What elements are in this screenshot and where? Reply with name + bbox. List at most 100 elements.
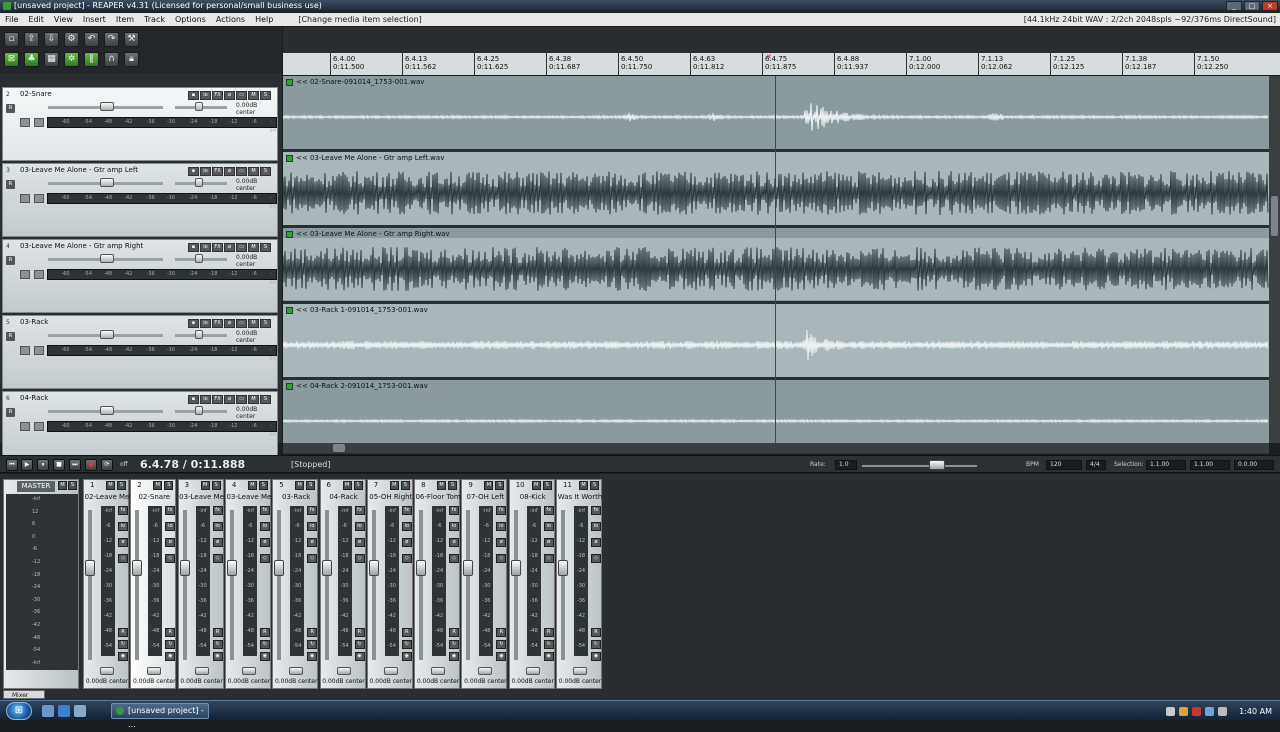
volume-knob[interactable]: [100, 102, 114, 111]
strip-name[interactable]: Was It Worth: [557, 493, 603, 501]
close-button[interactable]: ×: [1262, 1, 1278, 11]
strip-volume-fader[interactable]: [182, 510, 187, 660]
strip-pan-knob[interactable]: [194, 667, 209, 675]
track-panel[interactable]: 2 02-Snare R ▪ io FX ø ▭ M S 0.00dB center -60 -54 -4…: [2, 87, 278, 161]
mixer-strip[interactable]: 7 M S 05-OH Right -inf -6 -12 -18 -24 -30 -36 -42 -4…: [366, 479, 413, 689]
folder-icon[interactable]: ▪: [188, 243, 199, 252]
track-lane[interactable]: << 03-Leave Me Alone - Gtr amp Right.wav: [283, 228, 1269, 302]
mixer-strip[interactable]: 8 M S 06-Floor Tom -inf -6 -12 -18 -24 -30 -36 -42-…: [414, 479, 461, 689]
mixer-strip[interactable]: 6 M S 04-Rack -inf -6 -12 -18 -24 -30 -36 -42 -48 -54…: [319, 479, 366, 689]
strip-arm-button[interactable]: ◉: [212, 652, 223, 661]
strip-mute-button[interactable]: M: [106, 481, 115, 490]
strip-env-button[interactable]: ◇: [307, 554, 318, 563]
metronome-icon[interactable]: ⚒: [124, 32, 139, 47]
strip-solo-button[interactable]: S: [495, 481, 505, 490]
strip-phase-button[interactable]: ø: [591, 538, 601, 547]
menu-help[interactable]: Help: [250, 13, 278, 26]
mute-button[interactable]: M: [248, 395, 259, 404]
solo-button[interactable]: S: [260, 167, 271, 176]
mixer-strip[interactable]: 11 M S Was It Worth -inf -6 -12 -18 -24 -30 -36 -42…: [556, 479, 602, 689]
strip-solo-button[interactable]: S: [448, 481, 458, 490]
strip-name[interactable]: 02-Leave Me: [84, 493, 130, 501]
transport-position[interactable]: 6.4.78 / 0:11.888: [140, 458, 245, 471]
horizontal-scroll-thumb[interactable]: [333, 444, 345, 452]
menu-view[interactable]: View: [49, 13, 78, 26]
strip-rec-button[interactable]: R: [496, 628, 507, 637]
snap-icon[interactable]: ▦: [44, 52, 59, 67]
strip-io-button[interactable]: io: [165, 522, 176, 531]
strip-mute-button[interactable]: M: [200, 481, 210, 490]
menu-track[interactable]: Track: [139, 13, 170, 26]
strip-fx-button[interactable]: fx: [307, 506, 318, 515]
strip-volume-fader[interactable]: [277, 510, 282, 660]
pan-knob[interactable]: [195, 254, 203, 263]
strip-solo-button[interactable]: S: [164, 481, 174, 490]
strip-fx-button[interactable]: fx: [118, 506, 128, 515]
strip-io-button[interactable]: io: [401, 522, 412, 531]
save-project-icon[interactable]: ⇩: [44, 32, 59, 47]
minimize-button[interactable]: _: [1226, 1, 1242, 11]
strip-rm-button[interactable]: ↻: [543, 640, 554, 649]
strip-rec-button[interactable]: R: [401, 628, 412, 637]
strip-phase-button[interactable]: ø: [212, 538, 223, 547]
fx-button[interactable]: FX: [212, 395, 223, 404]
solo-button[interactable]: S: [260, 395, 271, 404]
lock-icon[interactable]: 🔒︎: [124, 52, 139, 67]
strip-arm-button[interactable]: ◉: [496, 652, 507, 661]
track-lane[interactable]: << 03-Leave Me Alone - Gtr amp Left.wav: [283, 152, 1269, 226]
phase-icon[interactable]: ø: [224, 395, 235, 404]
strip-arm-button[interactable]: ◉: [543, 652, 554, 661]
strip-fader-knob[interactable]: [510, 560, 521, 576]
record-mode-icon[interactable]: [34, 118, 44, 127]
record-arm-button[interactable]: R: [6, 180, 15, 189]
strip-pan-knob[interactable]: [525, 667, 540, 675]
strip-fader-knob[interactable]: [226, 560, 237, 576]
strip-fx-button[interactable]: fx: [259, 506, 270, 515]
start-button[interactable]: ⊞: [6, 702, 32, 720]
media-item-name[interactable]: << 03-Leave Me Alone - Gtr amp Left.wav: [296, 154, 444, 162]
strip-mute-button[interactable]: M: [295, 481, 305, 490]
strip-fader-knob[interactable]: [321, 560, 332, 576]
strip-io-button[interactable]: io: [118, 522, 128, 531]
ripple-edit-icon[interactable]: ✲: [64, 52, 79, 67]
strip-mute-button[interactable]: M: [579, 481, 588, 490]
mute-button[interactable]: M: [248, 167, 259, 176]
go-to-start-icon[interactable]: ⏮: [6, 459, 18, 471]
pan-knob[interactable]: [195, 330, 203, 339]
strip-phase-button[interactable]: ø: [543, 538, 554, 547]
strip-solo-button[interactable]: S: [353, 481, 363, 490]
monitor-icon[interactable]: [20, 194, 30, 203]
strip-rec-button[interactable]: R: [212, 628, 223, 637]
strip-fx-button[interactable]: fx: [496, 506, 507, 515]
strip-arm-button[interactable]: ◉: [354, 652, 365, 661]
track-panel[interactable]: 5 03-Rack R ▪ io FX ø ▭ M S 0.00dB center -60 -54 -48…: [2, 315, 278, 389]
project-settings-icon[interactable]: ⚙: [64, 32, 79, 47]
time-signature-field[interactable]: 4/4: [1086, 460, 1106, 470]
strip-volume-fader[interactable]: [324, 510, 329, 660]
arrange-view[interactable]: << 02-Snare-091014_1753-001.wav << 03-Lea…: [283, 76, 1269, 454]
rate-slider-knob[interactable]: [929, 460, 945, 470]
volume-knob[interactable]: [100, 178, 114, 187]
taskbar-reaper-item[interactable]: [unsaved project] - ...: [111, 703, 209, 729]
repeat-icon[interactable]: ⟳: [101, 459, 113, 471]
media-item-name[interactable]: << 03-Leave Me Alone - Gtr amp Right.wav: [296, 230, 450, 238]
track-lane[interactable]: << 02-Snare-091014_1753-001.wav: [283, 76, 1269, 150]
tray-monitor-icon[interactable]: [1205, 706, 1215, 716]
fx-button[interactable]: FX: [212, 243, 223, 252]
strip-pan-knob[interactable]: [147, 667, 162, 675]
explorer-icon[interactable]: [74, 705, 86, 717]
menu-actions[interactable]: Actions: [211, 13, 250, 26]
fx-button[interactable]: FX: [212, 319, 223, 328]
stop-icon[interactable]: ■: [53, 459, 65, 471]
strip-phase-button[interactable]: ø: [259, 538, 270, 547]
strip-volume-fader[interactable]: [88, 510, 92, 660]
strip-fx-button[interactable]: fx: [165, 506, 176, 515]
ruler-region-bar[interactable]: [283, 27, 1280, 53]
master-solo-button[interactable]: S: [68, 481, 77, 490]
volume-knob[interactable]: [100, 406, 114, 415]
media-item-name[interactable]: << 02-Snare-091014_1753-001.wav: [296, 78, 424, 86]
phase-icon[interactable]: ø: [224, 319, 235, 328]
strip-name[interactable]: 03-Rack: [273, 493, 319, 501]
strip-volume-fader[interactable]: [466, 510, 471, 660]
auto-crossfade-icon[interactable]: ‖: [84, 52, 99, 67]
